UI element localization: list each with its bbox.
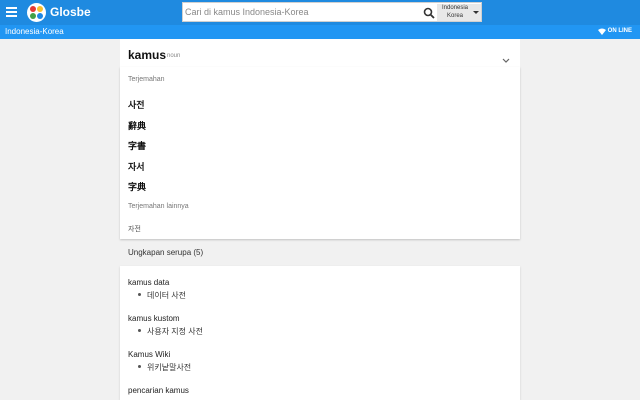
phrase-term[interactable]: kamus data (128, 278, 169, 287)
online-status-label: ON LINE (607, 28, 632, 34)
wifi-icon (597, 28, 606, 35)
translation-item[interactable]: 사전 (128, 98, 145, 111)
language-target: Korea (446, 12, 463, 19)
phrase-term[interactable]: kamus kustom (128, 314, 180, 323)
brand-name[interactable]: Glosbe (50, 5, 91, 19)
phrase-translation: 데이터 사전 (138, 290, 186, 301)
similar-phrases-card: kamus data 데이터 사전 kamus kustom 사용자 지정 사전… (120, 266, 520, 400)
phrase-term[interactable]: Kamus Wiki (128, 350, 170, 359)
other-translation-item[interactable]: 자전 (128, 224, 141, 234)
translation-item[interactable]: 辭典 (128, 119, 146, 132)
phrase-translation: 사용자 지정 사전 (138, 326, 203, 337)
language-source: Indonesia (441, 5, 469, 11)
online-status[interactable]: ON LINE (597, 28, 632, 35)
caret-down-icon (473, 11, 479, 14)
phrase-term[interactable]: pencarian kamus (128, 386, 189, 395)
glosbe-logo-icon[interactable] (27, 3, 46, 22)
entry-pos: noun (167, 53, 181, 59)
similar-phrases-header: Ungkapan serupa (5) (128, 248, 204, 257)
other-translations-label: Terjemahan lainnya (128, 203, 189, 210)
phrase-translation: 위키낱말사전 (138, 362, 191, 373)
search-box: Indonesia Korea (182, 2, 482, 22)
language-select[interactable]: Indonesia Korea (437, 4, 481, 21)
search-input[interactable] (185, 4, 415, 20)
search-icon[interactable] (423, 6, 435, 19)
language-pair-title[interactable]: Indonesia-Korea (5, 27, 64, 36)
entry-word: kamus (128, 48, 167, 62)
chevron-down-icon[interactable] (502, 50, 510, 68)
entry-heading: kamus noun (120, 39, 520, 67)
translation-item[interactable]: 字書 (128, 139, 146, 152)
top-header: Glosbe Indonesia Korea (0, 0, 640, 25)
translations-label: Terjemahan (128, 76, 165, 83)
language-pair-bar: Indonesia-Korea ON LINE (0, 25, 640, 39)
translation-item[interactable]: 字典 (128, 180, 146, 193)
translation-item[interactable]: 자서 (128, 160, 145, 173)
translations-card: Terjemahan 사전 辭典 字書 자서 字典 Terjemahan lai… (120, 67, 520, 239)
menu-icon[interactable] (6, 7, 17, 17)
